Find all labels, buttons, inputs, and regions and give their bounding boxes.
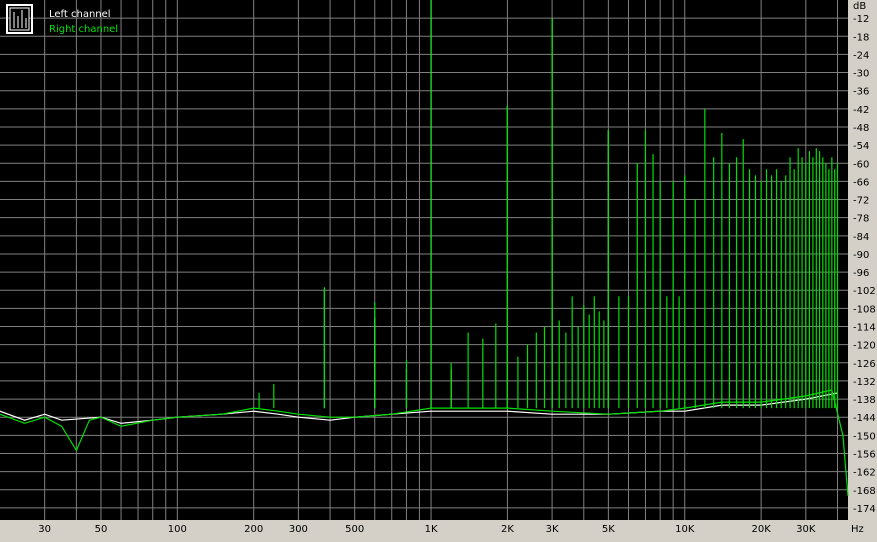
x-tick-label: 300 (289, 524, 308, 535)
x-tick-label: 3K (546, 524, 559, 535)
y-tick-label: -24 (853, 50, 869, 61)
y-tick-label: -120 (853, 341, 876, 352)
y-tick-label: -174 (853, 504, 876, 515)
x-tick-label: 50 (95, 524, 108, 535)
spectrum-icon (6, 4, 33, 34)
y-tick-label: -132 (853, 377, 876, 388)
y-tick-label: -126 (853, 359, 876, 370)
y-tick-label: -48 (853, 123, 869, 134)
y-tick-label: -138 (853, 395, 876, 406)
y-tick-label: -18 (853, 32, 869, 43)
y-tick-label: -168 (853, 486, 876, 497)
y-tick-label: -72 (853, 196, 869, 207)
y-tick-label: -54 (853, 141, 869, 152)
y-tick-label: -66 (853, 177, 869, 188)
y-tick-label: -144 (853, 413, 876, 424)
x-axis: Hz 30 50 100 200 300 500 1K 2K 3K 5K 10K 20K 30K (38, 524, 863, 535)
y-tick-label: -78 (853, 214, 869, 225)
x-unit-label: Hz (851, 524, 864, 535)
x-tick-label: 1K (425, 524, 438, 535)
y-tick-label: -162 (853, 468, 876, 479)
y-tick-label: -108 (853, 304, 876, 315)
y-tick-label: -150 (853, 431, 876, 442)
x-tick-label: 200 (244, 524, 263, 535)
y-tick-label: -42 (853, 105, 869, 116)
x-tick-label: 500 (345, 524, 364, 535)
legend-left-channel: Left channel (49, 9, 111, 20)
y-axis: dB -12 -18 -24 -30 -36 -42 -48 -54 -60 -66 -72 -78 -… (853, 1, 876, 515)
y-tick-label: -90 (853, 250, 869, 261)
x-tick-label: 20K (751, 524, 771, 535)
spectrum-chart: dB -12 -18 -24 -30 -36 -42 -48 -54 -60 -66 -72 -78 -… (0, 0, 877, 538)
x-tick-label: 30 (38, 524, 51, 535)
x-tick-label: 10K (675, 524, 695, 535)
y-tick-label: -102 (853, 286, 876, 297)
y-tick-label: -114 (853, 323, 876, 334)
plot-background (0, 0, 848, 520)
chart-svg: dB -12 -18 -24 -30 -36 -42 -48 -54 -60 -66 -72 -78 -… (0, 0, 876, 535)
y-tick-label: -12 (853, 14, 869, 25)
y-tick-label: -96 (853, 268, 869, 279)
legend-right-channel: Right channel (49, 24, 118, 35)
y-tick-label: -84 (853, 232, 869, 243)
x-tick-label: 5K (602, 524, 615, 535)
x-tick-label: 100 (168, 524, 187, 535)
y-tick-label: -36 (853, 87, 869, 98)
y-tick-label: -60 (853, 159, 869, 170)
x-tick-label: 30K (796, 524, 816, 535)
y-unit-label: dB (853, 1, 866, 12)
y-tick-label: -156 (853, 449, 876, 460)
y-tick-label: -30 (853, 69, 869, 80)
x-tick-label: 2K (501, 524, 514, 535)
